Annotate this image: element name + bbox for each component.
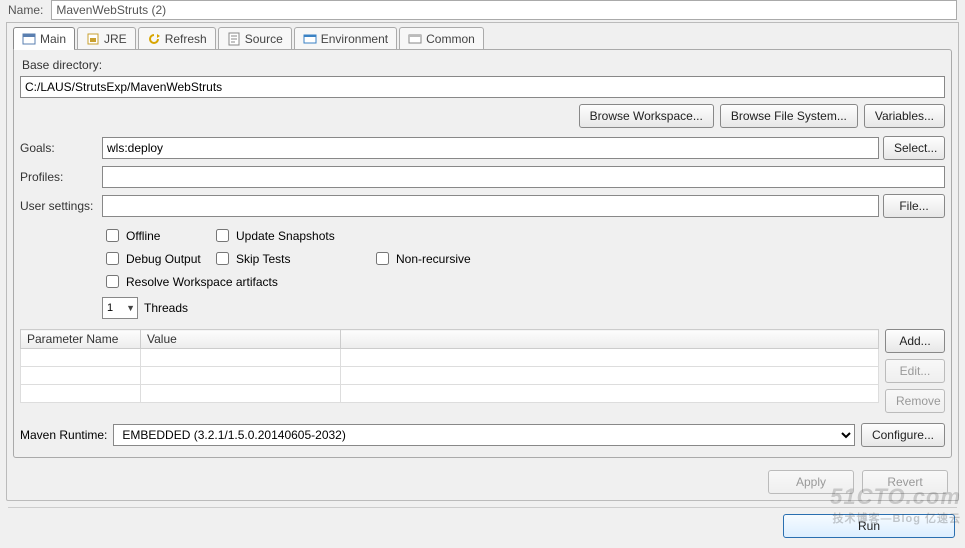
file-button[interactable]: File... xyxy=(883,194,945,218)
browse-filesystem-button[interactable]: Browse File System... xyxy=(720,104,858,128)
remove-param-button: Remove xyxy=(885,389,945,413)
select-goals-button[interactable]: Select... xyxy=(883,136,945,160)
tab-source[interactable]: Source xyxy=(218,27,292,49)
maven-runtime-select[interactable]: EMBEDDED (3.2.1/1.5.0.20140605-2032) xyxy=(113,424,855,446)
name-label: Name: xyxy=(8,3,43,17)
base-dir-label: Base directory: xyxy=(20,54,945,76)
base-dir-field[interactable] xyxy=(20,76,945,98)
source-icon xyxy=(227,32,241,46)
col-blank xyxy=(341,330,879,349)
tab-label: Source xyxy=(245,32,283,46)
col-parameter-name[interactable]: Parameter Name xyxy=(21,330,141,349)
revert-button: Revert xyxy=(862,470,948,494)
profiles-label: Profiles: xyxy=(20,170,98,184)
maven-runtime-label: Maven Runtime: xyxy=(20,428,107,442)
parameters-table: Parameter Name Value xyxy=(20,329,879,403)
col-value[interactable]: Value xyxy=(141,330,341,349)
refresh-icon xyxy=(147,32,161,46)
threads-spinner[interactable]: 1 ▼ xyxy=(102,297,138,319)
goals-field[interactable] xyxy=(102,137,879,159)
threads-label: Threads xyxy=(144,301,188,315)
update-snapshots-checkbox[interactable]: Update Snapshots xyxy=(212,226,372,245)
tab-refresh[interactable]: Refresh xyxy=(138,27,216,49)
main-icon xyxy=(22,32,36,46)
skip-tests-checkbox[interactable]: Skip Tests xyxy=(212,249,372,268)
jre-icon xyxy=(86,32,100,46)
configure-button[interactable]: Configure... xyxy=(861,423,945,447)
goals-label: Goals: xyxy=(20,141,98,155)
offline-checkbox[interactable]: Offline xyxy=(102,226,212,245)
tab-jre[interactable]: JRE xyxy=(77,27,136,49)
debug-output-checkbox[interactable]: Debug Output xyxy=(102,249,212,268)
non-recursive-checkbox[interactable]: Non-recursive xyxy=(372,249,512,268)
tab-main[interactable]: Main xyxy=(13,27,75,49)
main-panel: Base directory: Browse Workspace... Brow… xyxy=(13,49,952,458)
user-settings-field[interactable] xyxy=(102,195,879,217)
browse-workspace-button[interactable]: Browse Workspace... xyxy=(579,104,714,128)
tab-label: Environment xyxy=(321,32,388,46)
name-field[interactable] xyxy=(51,0,957,20)
threads-value: 1 xyxy=(105,302,113,314)
user-settings-label: User settings: xyxy=(20,199,98,213)
tab-environment[interactable]: Environment xyxy=(294,27,397,49)
table-row[interactable] xyxy=(21,349,879,367)
profiles-field[interactable] xyxy=(102,166,945,188)
add-param-button[interactable]: Add... xyxy=(885,329,945,353)
run-button[interactable]: Run xyxy=(783,514,955,538)
variables-button[interactable]: Variables... xyxy=(864,104,945,128)
tab-label: Common xyxy=(426,32,475,46)
common-icon xyxy=(408,32,422,46)
tab-bar: Main JRE Refresh Source Environment xyxy=(7,23,958,49)
environment-icon xyxy=(303,32,317,46)
apply-button: Apply xyxy=(768,470,854,494)
tab-label: JRE xyxy=(104,32,127,46)
tab-label: Main xyxy=(40,32,66,46)
table-row[interactable] xyxy=(21,367,879,385)
tab-common[interactable]: Common xyxy=(399,27,484,49)
chevron-down-icon[interactable]: ▼ xyxy=(124,303,135,313)
tab-label: Refresh xyxy=(165,32,207,46)
table-row[interactable] xyxy=(21,385,879,403)
edit-param-button: Edit... xyxy=(885,359,945,383)
resolve-workspace-checkbox[interactable]: Resolve Workspace artifacts xyxy=(102,272,512,291)
